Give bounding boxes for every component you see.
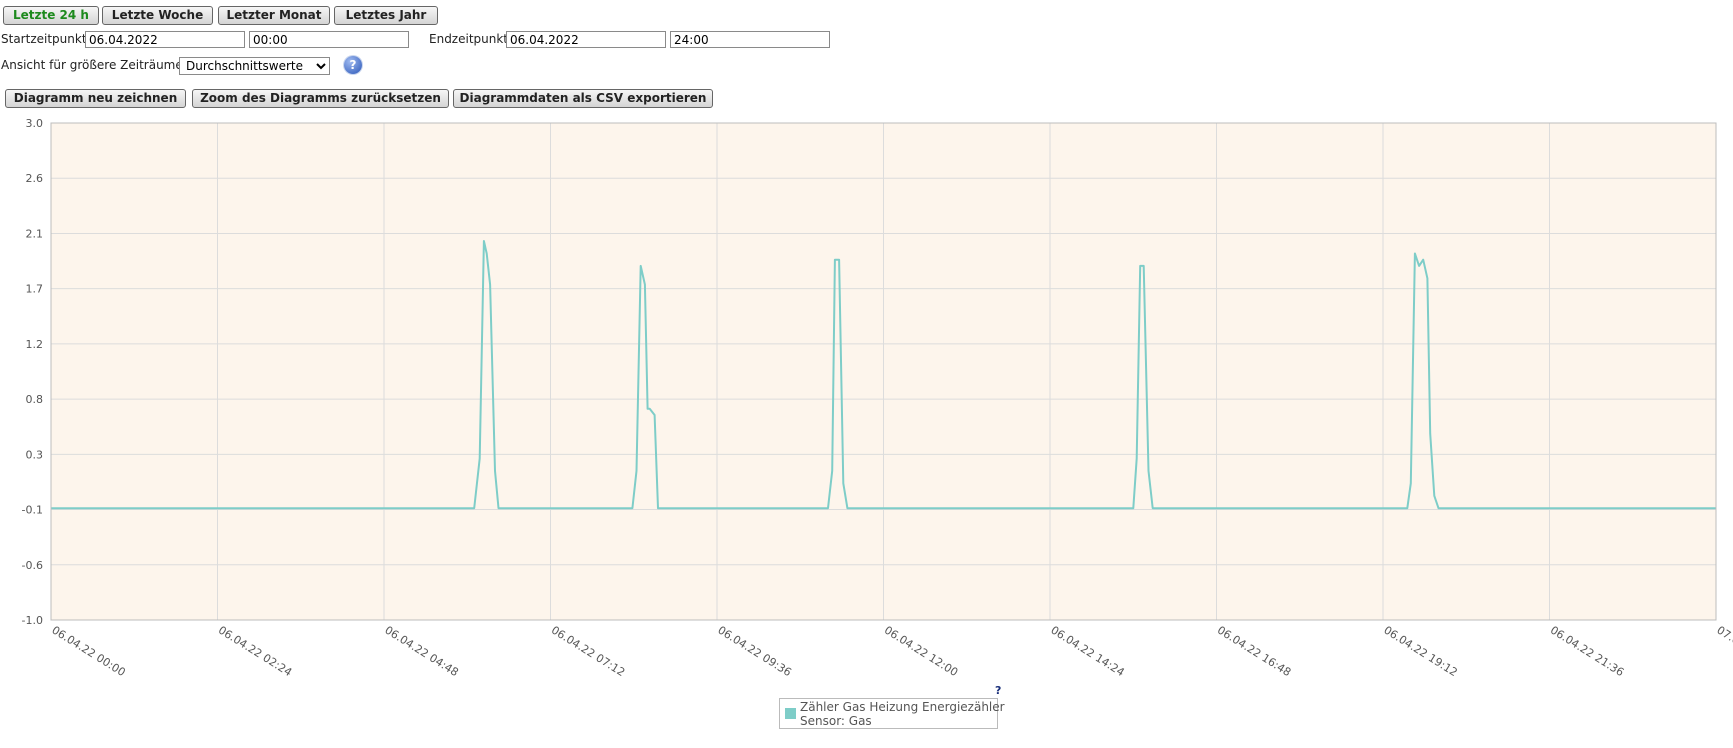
x-tick-label: 06.04.22 00:00 [49, 624, 127, 680]
x-tick-label: 06.04.22 07:12 [549, 624, 627, 680]
y-tick-label: 0.8 [26, 393, 44, 406]
x-tick-label: 06.04.22 19:12 [1381, 624, 1459, 680]
y-tick-label: -0.6 [22, 559, 43, 572]
x-tick-label: 06.04.22 21:36 [1548, 624, 1626, 680]
x-tick-label: 06.04.22 02:24 [216, 624, 294, 680]
y-tick-label: 0.3 [26, 448, 44, 461]
y-tick-label: -0.1 [22, 504, 43, 517]
x-tick-label: 06.04.22 09:36 [715, 624, 793, 680]
x-tick-label: 06.04.22 14:24 [1048, 624, 1126, 680]
x-tick-label: 06.04.22 04:48 [382, 624, 460, 680]
legend-label-line1: Zähler Gas Heizung Energiezähler [800, 700, 1005, 714]
legend-label-line2: Sensor: Gas [800, 714, 872, 728]
y-tick-label: 1.2 [26, 338, 44, 351]
x-axis: 06.04.22 00:00 06.04.22 02:24 06.04.22 04:… [49, 624, 1733, 680]
legend-swatch [785, 708, 796, 719]
y-tick-label: 1.7 [26, 283, 44, 296]
y-axis: 3.0 2.6 2.1 1.7 1.2 0.8 0.3 -0.1 -0.6 -1.0 [22, 117, 43, 627]
y-tick-label: 2.6 [26, 172, 44, 185]
legend: Zähler Gas Heizung Energiezähler Sensor:… [779, 698, 1005, 729]
y-tick-label: -1.0 [22, 614, 43, 627]
x-tick-label: 06.04.22 16:48 [1215, 624, 1293, 680]
x-tick-label: 07.04.22 00:00 [1714, 624, 1733, 680]
x-tick-label: 06.04.22 12:00 [882, 624, 960, 680]
line-chart[interactable]: 3.0 2.6 2.1 1.7 1.2 0.8 0.3 -0.1 -0.6 -1.0 06.04.… [0, 0, 1733, 748]
legend-label: Zähler Gas Heizung Energiezähler Sensor:… [800, 700, 1005, 728]
y-tick-label: 2.1 [26, 227, 44, 240]
y-tick-label: 3.0 [26, 117, 44, 130]
legend-help-link[interactable]: ? [995, 684, 1001, 697]
